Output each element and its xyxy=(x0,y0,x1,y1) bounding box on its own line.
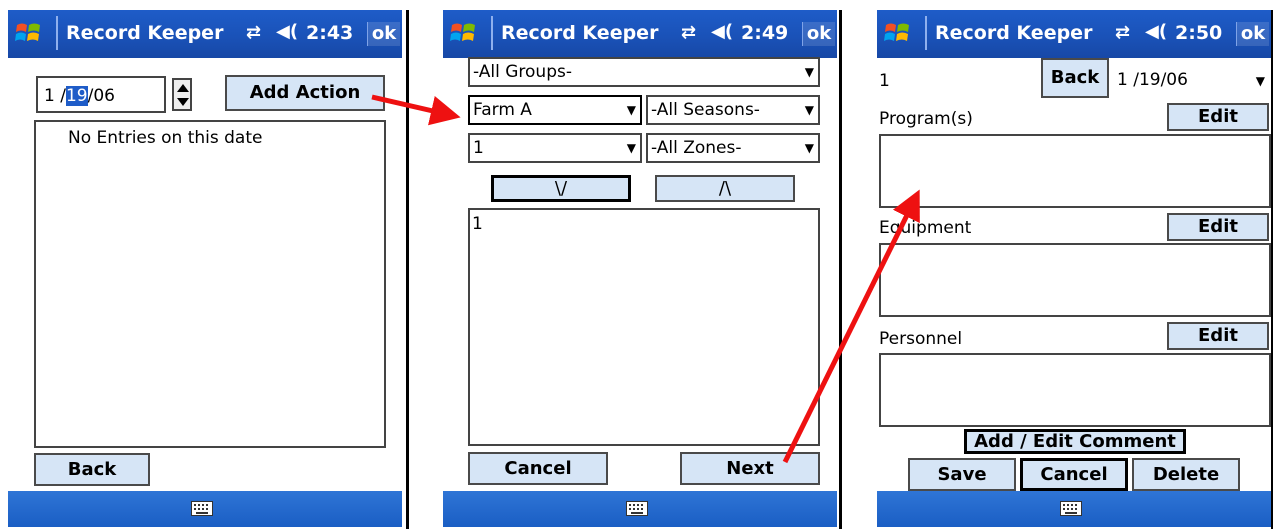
divider xyxy=(839,10,842,529)
add-edit-comment-button[interactable]: Add / Edit Comment xyxy=(964,429,1186,454)
save-button[interactable]: Save xyxy=(908,458,1016,491)
spin-down-icon[interactable] xyxy=(177,98,189,106)
chevron-down-icon: ▼ xyxy=(804,141,814,155)
ok-button[interactable]: ok xyxy=(1236,22,1269,46)
keyboard-icon[interactable] xyxy=(1060,501,1082,516)
ok-button[interactable]: ok xyxy=(802,22,835,46)
field-dropdown[interactable]: 1 ▼ xyxy=(468,133,642,163)
move-up-button[interactable]: /\ xyxy=(655,175,795,202)
personnel-label: Personnel xyxy=(879,329,963,349)
ok-button[interactable]: ok xyxy=(367,22,400,46)
chevron-down-icon: ▼ xyxy=(804,65,814,79)
clock[interactable]: 2:50 xyxy=(1175,22,1222,44)
screen-2: Record Keeper ⇄ ◀( 2:49 ok -All Groups- ▼… xyxy=(443,10,837,527)
results-list[interactable]: 1 xyxy=(468,208,820,446)
personnel-list[interactable] xyxy=(879,353,1271,427)
date-dropdown[interactable]: 1 /19/06 ▼ xyxy=(1111,58,1269,98)
volume-icon[interactable]: ◀( xyxy=(711,21,733,42)
cancel-button[interactable]: Cancel xyxy=(1020,458,1128,491)
list-item[interactable]: 1 xyxy=(472,214,483,234)
date-picker[interactable]: 1 /19/06 xyxy=(36,76,166,113)
move-down-button[interactable]: \/ xyxy=(491,175,631,202)
equipment-label: Equipment xyxy=(879,218,972,238)
spin-up-icon[interactable] xyxy=(177,84,189,92)
edit-program-button[interactable]: Edit xyxy=(1167,103,1269,131)
windows-start-icon[interactable] xyxy=(883,19,911,47)
chevron-down-icon: ▼ xyxy=(804,103,814,117)
connectivity-icon[interactable]: ⇄ xyxy=(1115,22,1130,43)
entries-list[interactable]: No Entries on this date xyxy=(34,120,386,448)
clock[interactable]: 2:49 xyxy=(741,22,788,44)
chevron-down-icon: ▼ xyxy=(626,103,636,117)
app-title: Record Keeper xyxy=(501,22,659,44)
app-title: Record Keeper xyxy=(66,22,224,44)
no-entries-message: No Entries on this date xyxy=(68,128,263,148)
date-spinner[interactable] xyxy=(172,78,192,111)
program-label: Program(s) xyxy=(879,109,973,129)
date-day-selected[interactable]: 19 xyxy=(65,86,88,106)
divider xyxy=(406,10,409,529)
title-bar: Record Keeper ⇄ ◀( 2:43 ok xyxy=(8,10,402,58)
connectivity-icon[interactable]: ⇄ xyxy=(246,22,261,43)
title-bar: Record Keeper ⇄ ◀( 2:49 ok xyxy=(443,10,837,58)
keyboard-icon[interactable] xyxy=(191,501,213,516)
clock[interactable]: 2:43 xyxy=(306,22,353,44)
chevron-down-icon: ▼ xyxy=(1255,74,1265,88)
zones-dropdown[interactable]: -All Zones- ▼ xyxy=(646,133,820,163)
windows-start-icon[interactable] xyxy=(14,19,42,47)
app-title: Record Keeper xyxy=(935,22,1093,44)
edit-personnel-button[interactable]: Edit xyxy=(1167,322,1269,350)
program-list[interactable] xyxy=(879,134,1271,208)
groups-dropdown[interactable]: -All Groups- ▼ xyxy=(468,57,820,87)
add-action-button[interactable]: Add Action xyxy=(225,75,385,111)
equipment-list[interactable] xyxy=(879,243,1271,317)
bottom-bar xyxy=(443,491,837,527)
delete-button[interactable]: Delete xyxy=(1132,458,1240,491)
farm-dropdown[interactable]: Farm A ▼ xyxy=(468,95,642,125)
back-button[interactable]: Back xyxy=(1041,58,1109,98)
next-button[interactable]: Next xyxy=(680,452,820,485)
bottom-bar xyxy=(877,491,1271,527)
seasons-dropdown[interactable]: -All Seasons- ▼ xyxy=(646,95,820,125)
record-id: 1 xyxy=(879,71,890,91)
screen-1: Record Keeper ⇄ ◀( 2:43 ok 1 /19/06 Add … xyxy=(8,10,402,527)
date-month: 1 / xyxy=(44,86,66,106)
date-year: /06 xyxy=(87,86,115,106)
volume-icon[interactable]: ◀( xyxy=(276,21,298,42)
volume-icon[interactable]: ◀( xyxy=(1145,21,1167,42)
back-button[interactable]: Back xyxy=(34,453,150,486)
bottom-bar xyxy=(8,491,402,527)
cancel-button[interactable]: Cancel xyxy=(468,452,608,485)
windows-start-icon[interactable] xyxy=(449,19,477,47)
edit-equipment-button[interactable]: Edit xyxy=(1167,213,1269,241)
chevron-down-icon: ▼ xyxy=(626,141,636,155)
keyboard-icon[interactable] xyxy=(626,501,648,516)
screen-3: Record Keeper ⇄ ◀( 2:50 ok 1 Back 1 /19/… xyxy=(877,10,1271,527)
title-bar: Record Keeper ⇄ ◀( 2:50 ok xyxy=(877,10,1271,58)
connectivity-icon[interactable]: ⇄ xyxy=(681,22,696,43)
